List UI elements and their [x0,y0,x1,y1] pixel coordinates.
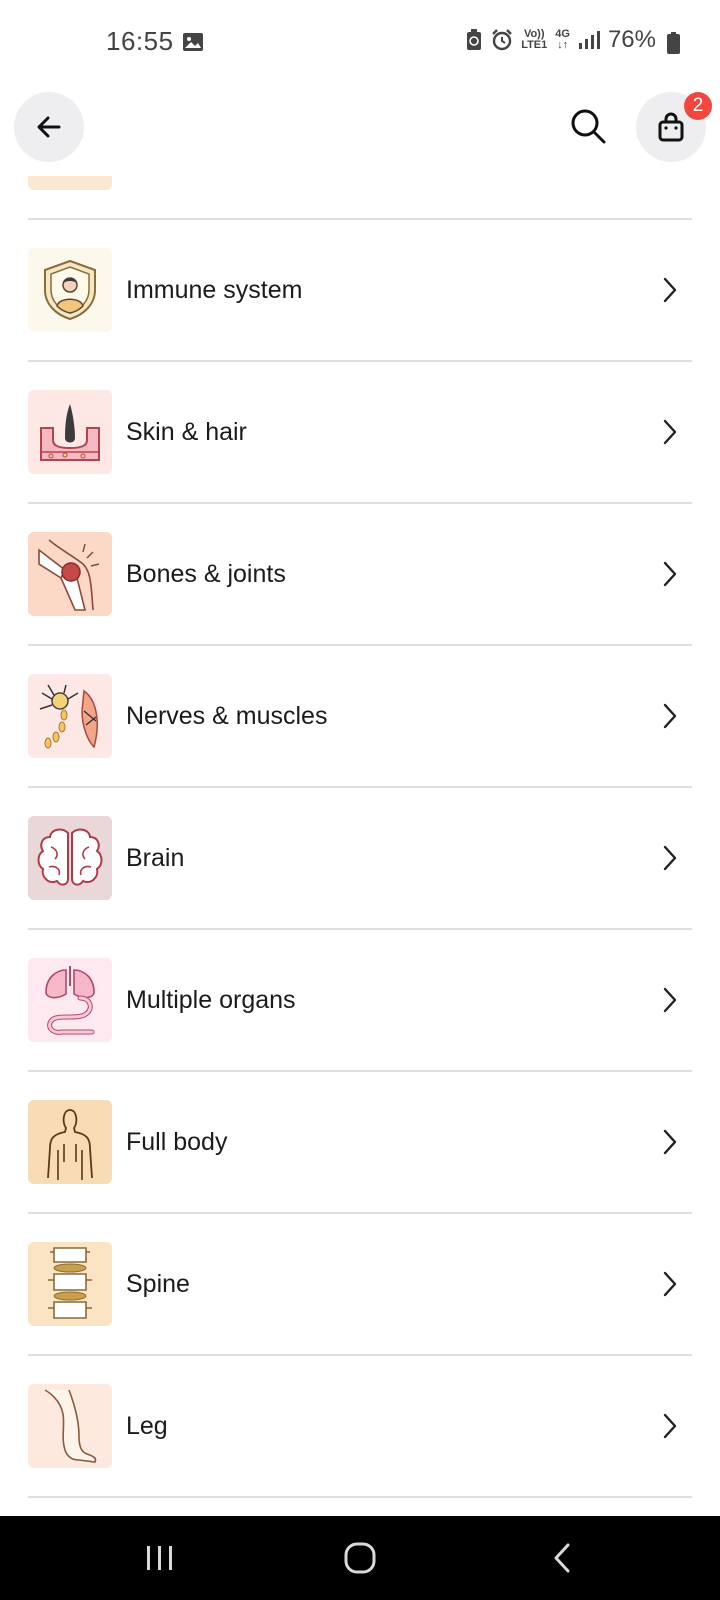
chevron-right-icon [663,845,677,871]
recent-apps-icon [147,1546,172,1570]
arrow-left-icon [37,116,61,138]
thumbnail [28,1100,112,1184]
battery-saver-icon [467,29,482,50]
recent-apps-button[interactable] [130,1516,190,1600]
category-label: Skin & hair [126,417,247,446]
battery-icon [667,32,680,54]
network-gen-indicator: 4G ↓↑ [555,28,570,51]
chevron-right-icon [663,277,677,303]
category-label: Multiple organs [126,985,296,1014]
partial-category-thumbnail [28,176,112,190]
thumbnail [28,674,112,758]
skin-hair-icon [40,404,100,461]
category-label: Brain [126,843,185,872]
back-button[interactable] [14,92,84,162]
body-outline-icon [47,1109,93,1180]
knee-joint-icon [38,539,100,611]
category-list: Immune system Skin & hair Bones & joints… [28,218,692,1498]
battery-percent: 76% [607,26,656,53]
status-right-icons: Vo)) LTE1 4G ↓↑ 76% [465,26,656,54]
leg-icon [44,1389,97,1463]
chevron-right-icon [663,561,677,587]
category-label: Bones & joints [126,559,286,588]
volte-indicator: Vo)) LTE1 [521,28,548,51]
category-item-nerves-muscles[interactable]: Nerves & muscles [28,646,692,786]
alarm-icon [492,29,513,51]
category-label: Full body [126,1127,228,1156]
status-time: 16:55 [106,26,174,56]
signal-icon [578,31,600,49]
category-item-bones-joints[interactable]: Bones & joints [28,504,692,644]
organs-icon [45,966,95,1035]
category-item-spine[interactable]: Spine [28,1214,692,1354]
search-icon [571,109,606,144]
home-button[interactable] [330,1516,390,1600]
shield-person-icon [44,259,96,321]
chevron-right-icon [663,703,677,729]
category-label: Spine [126,1269,190,1298]
category-item-brain[interactable]: Brain [28,788,692,928]
shopping-bag-icon [658,112,684,142]
category-item-leg[interactable]: Leg [28,1356,692,1496]
neuron-muscle-icon [39,684,98,749]
chevron-right-icon [663,1271,677,1297]
chevron-right-icon [663,987,677,1013]
category-label: Nerves & muscles [126,701,328,730]
thumbnail [28,1384,112,1468]
chevron-right-icon [663,1129,677,1155]
thumbnail [28,390,112,474]
category-item-multiple-organs[interactable]: Multiple organs [28,930,692,1070]
chevron-right-icon [663,419,677,445]
back-chevron-icon [554,1543,570,1573]
thumbnail [28,1242,112,1326]
category-item-skin-hair[interactable]: Skin & hair [28,362,692,502]
thumbnail [28,248,112,332]
thumbnail [28,532,112,616]
home-icon [344,1542,376,1574]
back-nav-button[interactable] [532,1516,592,1600]
category-item-full-body[interactable]: Full body [28,1072,692,1212]
search-button[interactable] [566,104,610,148]
gallery-icon [183,33,203,51]
thumbnail [28,958,112,1042]
status-bar: 16:55 Vo)) LTE1 4G ↓↑ 76% [0,0,720,88]
spine-icon [48,1247,92,1319]
category-label: Immune system [126,275,303,304]
system-navigation-bar [0,1516,720,1600]
thumbnail [28,816,112,900]
category-item-immune-system[interactable]: Immune system [28,220,692,360]
brain-icon [37,828,103,886]
cart-count-badge: 2 [684,92,712,120]
divider [28,1496,692,1498]
category-label: Leg [126,1411,168,1440]
chevron-right-icon [663,1413,677,1439]
